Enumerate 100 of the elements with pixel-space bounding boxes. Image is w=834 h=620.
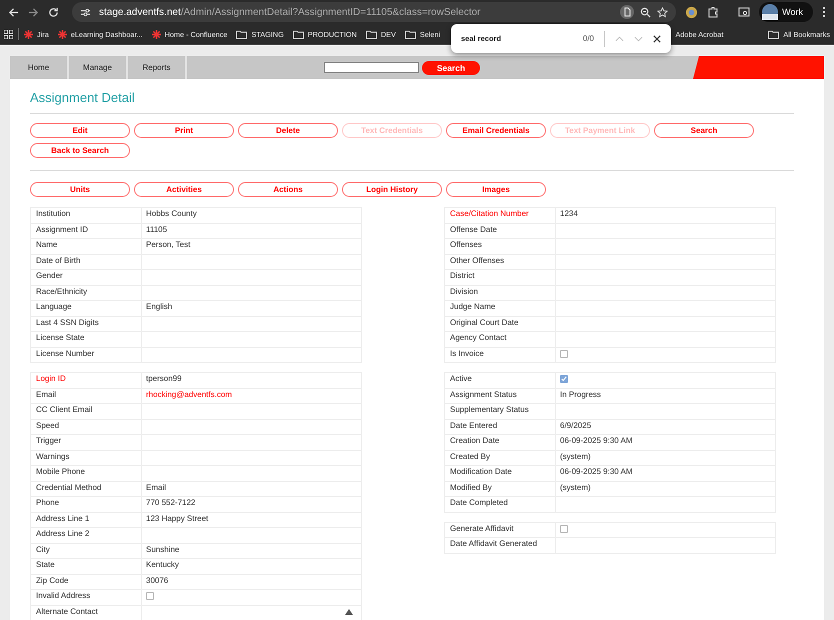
nav-item[interactable]: Reports <box>128 56 187 79</box>
nav-item[interactable]: Home <box>10 56 69 79</box>
back-icon[interactable] <box>8 6 19 18</box>
extension-badge-icon[interactable] <box>685 6 698 18</box>
checkbox[interactable] <box>560 375 568 383</box>
field-value: 11105 <box>146 224 168 234</box>
checkbox[interactable] <box>560 524 568 532</box>
reload-icon[interactable] <box>48 6 59 18</box>
field-value: 30076 <box>146 576 168 584</box>
search-button[interactable]: Search <box>422 60 480 74</box>
field-label: Institution <box>36 209 70 218</box>
section-button[interactable]: Units <box>30 182 130 197</box>
field-value: Sunshine <box>146 544 180 554</box>
search-field[interactable] <box>324 62 419 73</box>
field-label: CC Client Email <box>36 405 92 414</box>
field-label: Credential Method <box>36 482 102 492</box>
field-label: Warnings <box>36 452 70 460</box>
field-label: Is Invoice <box>450 348 484 358</box>
field-label: Case/Citation Number <box>450 209 529 218</box>
action-button[interactable]: Edit <box>30 123 130 138</box>
section-button[interactable]: Activities <box>134 182 234 197</box>
email-link[interactable]: rhocking@adventfs.com <box>146 390 232 398</box>
field-label: Assignment ID <box>36 224 88 234</box>
star-icon[interactable] <box>657 6 668 18</box>
field-value: 6/9/2025 <box>560 420 592 430</box>
apps-icon[interactable] <box>4 30 13 38</box>
section-button[interactable]: Actions <box>238 182 338 197</box>
folder-icon <box>236 30 248 38</box>
puzzle-icon[interactable] <box>707 6 720 18</box>
field-label: City <box>36 544 50 554</box>
folder-icon <box>366 30 377 38</box>
field-label: Other Offenses <box>450 256 504 264</box>
field-label: State <box>36 560 55 569</box>
field-value: 06-09-2025 9:30 AM <box>560 436 632 445</box>
field-label: Speed <box>36 420 60 430</box>
scroll-up-icon[interactable] <box>345 608 353 614</box>
field-value: English <box>146 302 172 311</box>
action-button[interactable]: Search <box>654 123 754 138</box>
avatar-icon <box>762 4 778 20</box>
forward-icon[interactable] <box>28 6 39 18</box>
site-settings-icon[interactable] <box>80 6 91 18</box>
field-label: Modification Date <box>450 467 512 476</box>
checkbox[interactable] <box>560 350 568 358</box>
nav-item[interactable]: Manage <box>69 56 128 79</box>
field-value: 1234 <box>560 209 578 218</box>
asterisk-icon <box>152 30 161 38</box>
address-bar[interactable]: stage.adventfs.net/Admin/AssignmentDetail?AssignmentID=11105&class=rowSelector <box>72 2 676 22</box>
asterisk-icon <box>58 30 67 38</box>
field-label: Division <box>450 286 478 296</box>
close-icon[interactable] <box>653 34 661 42</box>
field-value: (system) <box>560 452 591 460</box>
field-label: License State <box>36 333 84 342</box>
section-button[interactable]: Images <box>446 182 546 197</box>
field-label: Offense Date <box>450 224 497 234</box>
document-icon[interactable] <box>620 5 634 19</box>
field-label: Generate Affidavit <box>450 524 514 532</box>
field-label: Judge Name <box>450 302 496 311</box>
folder-icon <box>768 30 780 38</box>
field-label: Name <box>36 240 58 249</box>
field-value: Kentucky <box>146 560 179 569</box>
field-label: Alternate Contact <box>36 606 98 616</box>
field-label: Language <box>36 302 72 311</box>
field-label: Address Line 1 <box>36 514 90 522</box>
field-label: Race/Ethnicity <box>36 286 88 296</box>
field-label: Assignment Status <box>450 390 517 398</box>
action-button[interactable]: Print <box>134 123 234 138</box>
action-button[interactable]: Delete <box>238 123 338 138</box>
zoom-icon[interactable] <box>640 6 652 18</box>
action-button[interactable]: Email Credentials <box>446 123 546 138</box>
field-value: Email <box>146 482 166 492</box>
field-label: Address Line 2 <box>36 529 90 538</box>
field-label: Trigger <box>36 436 62 445</box>
field-value: (system) <box>560 482 591 492</box>
checkbox[interactable] <box>146 592 154 600</box>
section-button[interactable]: Login History <box>342 182 442 197</box>
field-label: Phone <box>36 498 60 507</box>
field-value: Person, Test <box>146 240 190 249</box>
folder-icon <box>292 30 304 38</box>
match-count: 0/0 <box>582 34 594 43</box>
field-label: Zip Code <box>36 576 68 584</box>
field-label: Agency Contact <box>450 333 506 342</box>
profile-button[interactable]: Work <box>759 2 813 22</box>
field-label: Offenses <box>450 240 482 249</box>
field-label: Modified By <box>450 482 492 492</box>
field-label: Gender <box>36 271 63 280</box>
field-label: Invalid Address <box>36 591 90 600</box>
field-label: Login ID <box>36 374 66 383</box>
field-value: Hobbs County <box>146 209 197 218</box>
tab-search-icon[interactable] <box>738 6 750 18</box>
field-value: 123 Happy Street <box>146 514 208 522</box>
action-button[interactable]: Back to Search <box>30 143 130 158</box>
field-label: Supplementary Status <box>450 405 529 414</box>
field-label: Date Entered <box>450 420 498 430</box>
field-label: Date Completed <box>450 498 508 507</box>
field-label: Mobile Phone <box>36 467 85 476</box>
field-value: 06-09-2025 9:30 AM <box>560 467 632 476</box>
field-label: Creation Date <box>450 436 500 445</box>
more-icon[interactable] <box>822 6 826 18</box>
field-label: License Number <box>36 348 94 358</box>
asterisk-icon <box>24 30 33 38</box>
